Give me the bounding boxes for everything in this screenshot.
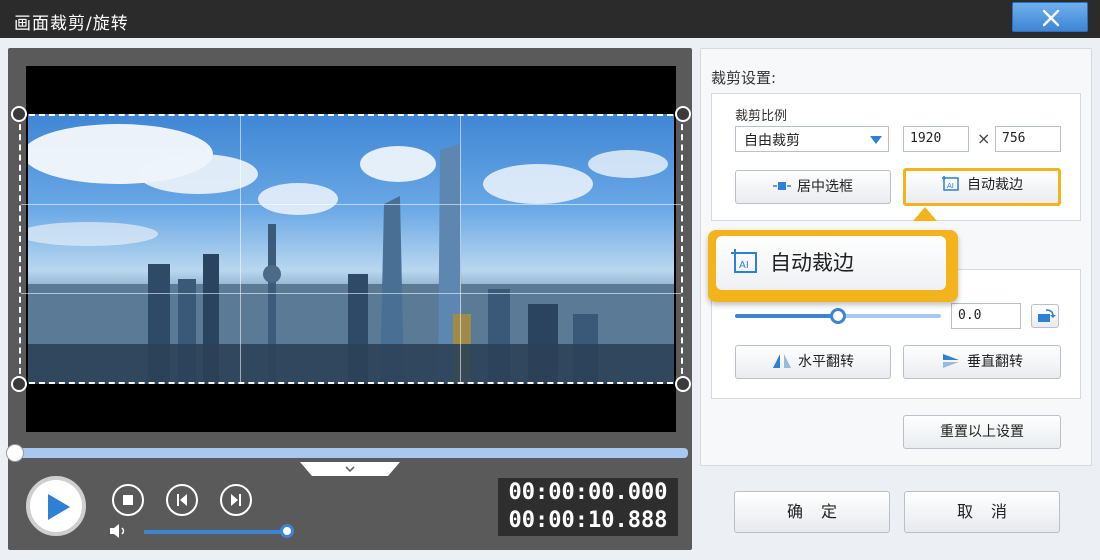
- rotate-icon: [1038, 309, 1056, 322]
- volume-fill: [144, 530, 290, 534]
- previous-frame-icon: [177, 494, 187, 506]
- crop-ratio-select[interactable]: 自由裁剪: [735, 126, 889, 152]
- stop-icon: [123, 495, 133, 505]
- volume-icon[interactable]: [108, 523, 132, 539]
- crop-ratio-label: 裁剪比例: [735, 109, 788, 124]
- svg-text:AI: AI: [947, 182, 954, 190]
- auto-crop-callout-label: 自动裁边: [770, 251, 854, 275]
- center-selection-button[interactable]: 居中选框: [735, 170, 891, 204]
- auto-crop-label: 自动裁边: [967, 177, 1023, 193]
- rotate-slider-knob[interactable]: [830, 308, 846, 324]
- crop-height-input[interactable]: 756: [995, 126, 1061, 152]
- crop-settings-title: 裁剪设置:: [711, 69, 777, 87]
- title-bar: 画面裁剪/旋转: [0, 0, 1100, 38]
- cancel-button[interactable]: 取消: [904, 491, 1060, 533]
- crop-grid-line: [460, 116, 461, 382]
- crop-grid-line: [240, 116, 241, 382]
- flip-vertical-label: 垂直翻转: [967, 354, 1023, 370]
- crop-handle-bottom-right[interactable]: [675, 376, 691, 392]
- timecode-display: 00:00:00.000 00:00:10.888: [498, 478, 678, 536]
- crop-ratio-value: 自由裁剪: [744, 133, 800, 149]
- volume-slider[interactable]: [144, 524, 294, 538]
- window-title: 画面裁剪/旋转: [14, 14, 129, 34]
- rotate-90-button[interactable]: [1031, 304, 1059, 328]
- flip-vertical-icon: [943, 353, 959, 368]
- flip-horizontal-icon: [773, 353, 791, 368]
- crop-grid-line: [21, 204, 681, 205]
- crop-handle-top-left[interactable]: [11, 106, 27, 122]
- play-icon: [48, 494, 70, 520]
- auto-crop-callout: AI 自动裁边: [708, 230, 958, 302]
- volume-knob[interactable]: [280, 524, 294, 538]
- rotate-slider-fill: [735, 314, 838, 318]
- expand-toggle[interactable]: [300, 462, 400, 476]
- center-selection-label: 居中选框: [797, 179, 853, 195]
- progress-knob[interactable]: [6, 444, 24, 462]
- crop-width-input[interactable]: 1920: [903, 126, 969, 152]
- playback-progress-bar[interactable]: [6, 444, 688, 462]
- crop-frame[interactable]: [19, 114, 683, 384]
- preview-panel: 00:00:00.000 00:00:10.888: [6, 48, 692, 550]
- callout-pointer: [913, 207, 937, 221]
- auto-crop-icon: AI: [942, 175, 959, 191]
- auto-crop-button[interactable]: AI 自动裁边: [903, 168, 1061, 206]
- crop-handle-bottom-left[interactable]: [11, 376, 27, 392]
- next-frame-button[interactable]: [220, 484, 252, 516]
- rotate-angle-input[interactable]: 0.0: [951, 303, 1021, 329]
- total-time: 00:00:10.888: [508, 508, 668, 533]
- stop-button[interactable]: [112, 484, 144, 516]
- flip-vertical-button[interactable]: 垂直翻转: [903, 345, 1061, 379]
- crop-handle-top-right[interactable]: [675, 106, 691, 122]
- flip-horizontal-label: 水平翻转: [798, 354, 854, 370]
- play-button[interactable]: [26, 476, 86, 536]
- close-button[interactable]: [1012, 2, 1088, 32]
- dropdown-arrow-icon: [870, 136, 882, 144]
- reset-settings-label: 重置以上设置: [940, 424, 1024, 440]
- next-frame-icon: [231, 494, 241, 506]
- current-time: 00:00:00.000: [508, 480, 668, 505]
- rotate-angle-slider[interactable]: [735, 308, 941, 324]
- center-frame-icon: [773, 181, 791, 190]
- auto-crop-icon: AI: [731, 249, 757, 273]
- reset-settings-button[interactable]: 重置以上设置: [903, 415, 1061, 449]
- previous-frame-button[interactable]: [166, 484, 198, 516]
- crop-grid-line: [21, 293, 681, 294]
- chevron-down-icon: [345, 466, 355, 473]
- auto-crop-callout-button[interactable]: AI 自动裁边: [716, 236, 946, 290]
- ok-button[interactable]: 确定: [734, 491, 890, 533]
- times-symbol: ×: [977, 129, 991, 148]
- svg-text:AI: AI: [739, 260, 749, 271]
- close-icon: [1042, 9, 1060, 27]
- flip-horizontal-button[interactable]: 水平翻转: [735, 345, 891, 379]
